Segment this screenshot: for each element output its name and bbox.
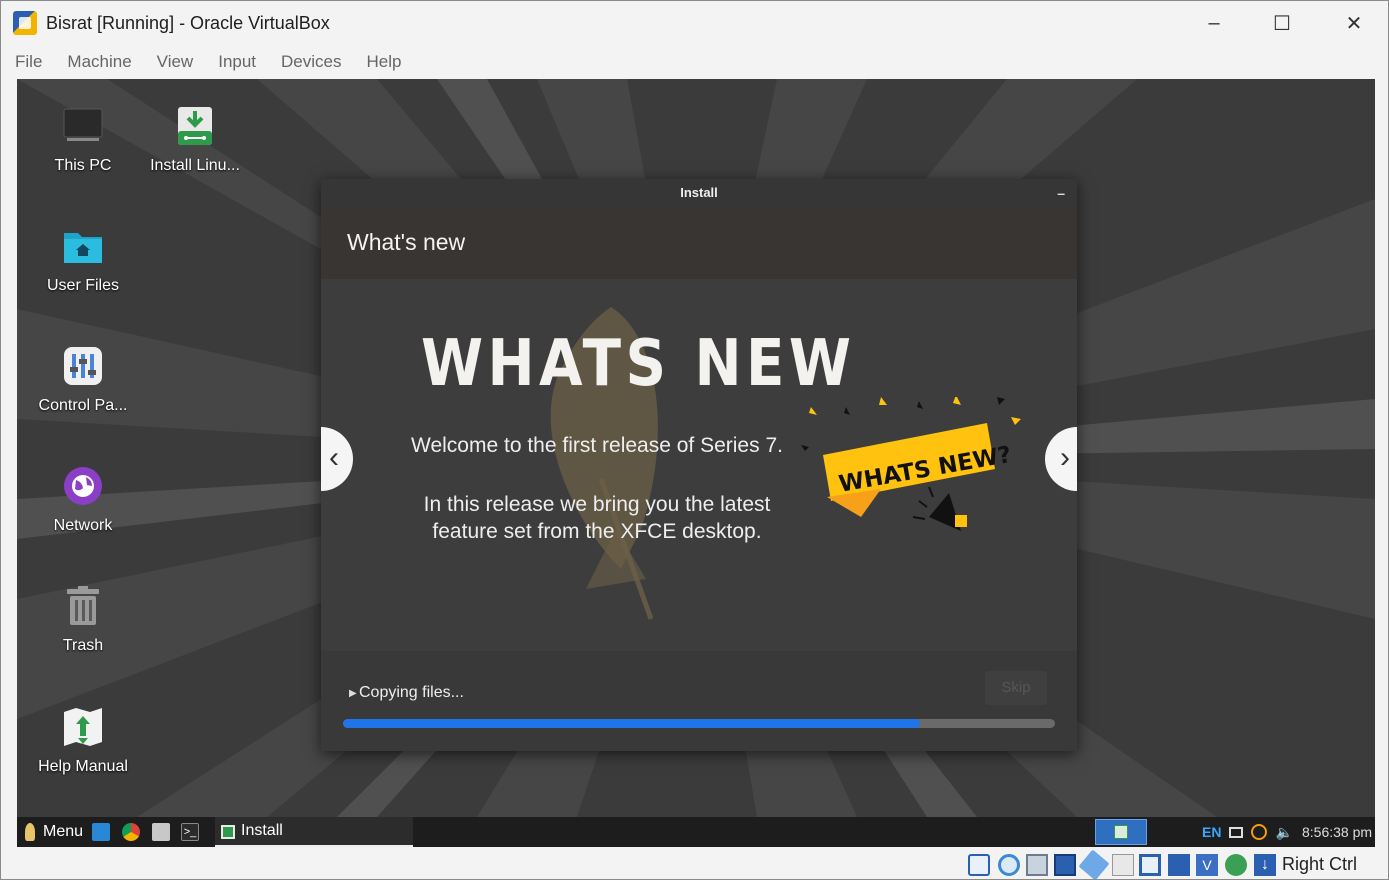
- guest-display[interactable]: This PC Install Linu... User Files Contr…: [17, 79, 1375, 847]
- installer-title: Install: [680, 185, 718, 200]
- installer-title-bar[interactable]: Install –: [321, 179, 1077, 209]
- menu-view[interactable]: View: [157, 52, 194, 72]
- menu-file[interactable]: File: [15, 52, 42, 72]
- window-title: Bisrat [Running] - Oracle VirtualBox: [46, 13, 330, 33]
- workspace-window-icon: [1114, 825, 1128, 839]
- virtualization-icon[interactable]: V: [1196, 854, 1218, 876]
- menu-machine[interactable]: Machine: [67, 52, 131, 72]
- title-bar[interactable]: Bisrat [Running] - Oracle VirtualBox – ☐…: [1, 1, 1388, 45]
- desktop-icon-control-panel[interactable]: Control Pa...: [17, 345, 149, 415]
- chrome-icon[interactable]: [122, 823, 140, 841]
- close-button[interactable]: ✕: [1319, 1, 1388, 45]
- guest-taskbar: Menu >_ Install EN 🔈 8:56:38 pm: [17, 817, 1375, 847]
- optical-drive-icon[interactable]: [998, 854, 1020, 876]
- slide-title: WHATS NEW: [421, 327, 856, 401]
- feather-menu-icon: [25, 823, 35, 841]
- maximize-button[interactable]: ☐: [1247, 1, 1317, 45]
- terminal-icon[interactable]: >_: [181, 823, 199, 841]
- desktop-icon-help-manual[interactable]: Help Manual: [17, 706, 149, 776]
- host-key-label[interactable]: Right Ctrl: [1282, 854, 1357, 875]
- whats-new-badge: WHATS NEW?: [801, 397, 1021, 531]
- install-icon: [174, 105, 216, 147]
- file-manager-icon[interactable]: [92, 823, 110, 841]
- task-install-icon: [221, 825, 235, 839]
- desktop-icon-user-files[interactable]: User Files: [17, 225, 149, 295]
- installer-footer: ▶ Copying files... Skip: [321, 651, 1077, 751]
- menu-input[interactable]: Input: [218, 52, 256, 72]
- menu-devices[interactable]: Devices: [281, 52, 341, 72]
- slide-text-welcome: Welcome to the first release of Series 7…: [411, 434, 783, 457]
- guest-additions-icon[interactable]: [1225, 854, 1247, 876]
- trash-icon: [62, 585, 104, 627]
- desktop-icon-install-linux[interactable]: Install Linu...: [129, 105, 261, 175]
- desktop-icon-label: Install Linu...: [150, 157, 240, 174]
- keyboard-capture-icon[interactable]: ↓: [1254, 854, 1276, 876]
- shared-folders-icon[interactable]: [1112, 854, 1134, 876]
- desktop-icon-label: Network: [53, 517, 113, 534]
- taskbar-task-install[interactable]: Install: [215, 817, 413, 847]
- installer-window: Install – What's new WHATS NEW Welcome t…: [321, 179, 1077, 751]
- desktop-icon-label: Help Manual: [38, 758, 128, 775]
- desktop-icon-label: User Files: [46, 277, 119, 294]
- display-settings-icon[interactable]: [1139, 854, 1161, 876]
- desktop-icon-label: Trash: [62, 637, 104, 654]
- expand-details-icon[interactable]: ▶: [349, 688, 357, 699]
- desktop-icon-network[interactable]: Network: [17, 465, 149, 535]
- installer-minimize-button[interactable]: –: [1057, 179, 1065, 207]
- network-globe-icon: [62, 465, 104, 507]
- network-adapter-icon[interactable]: [1054, 854, 1076, 876]
- volume-icon[interactable]: 🔈: [1275, 824, 1292, 841]
- text-editor-icon[interactable]: [152, 823, 170, 841]
- monitor-icon: [62, 105, 104, 147]
- slideshow-panel: WHATS NEW Welcome to the first release o…: [321, 279, 1077, 651]
- home-folder-icon: [62, 225, 104, 267]
- slide-text-features: In this release we bring you the latest …: [423, 493, 771, 543]
- desktop-icon-label: Control Pa...: [38, 397, 128, 414]
- minimize-button[interactable]: –: [1179, 1, 1249, 45]
- install-status-text: Copying files...: [359, 684, 464, 701]
- control-panel-icon: [62, 345, 104, 387]
- task-install-label: Install: [241, 822, 283, 839]
- update-icon[interactable]: [1251, 824, 1268, 840]
- installer-header: What's new: [321, 209, 1077, 279]
- clock[interactable]: 8:56:38 pm: [1302, 824, 1372, 840]
- start-menu-button[interactable]: Menu: [25, 817, 83, 847]
- usb-icon[interactable]: [1078, 849, 1110, 879]
- desktop-icon-trash[interactable]: Trash: [17, 585, 149, 655]
- help-manual-icon: [62, 706, 104, 748]
- menu-bar: File Machine View Input Devices Help: [1, 45, 1388, 79]
- virtualbox-logo-icon: [13, 11, 37, 35]
- vm-status-bar: V ↓ Right Ctrl: [1, 847, 1388, 879]
- start-menu-label: Menu: [43, 823, 84, 840]
- virtualbox-window: Bisrat [Running] - Oracle VirtualBox – ☐…: [0, 0, 1389, 880]
- system-tray: EN 🔈: [1202, 817, 1293, 847]
- video-capture-icon[interactable]: [1168, 854, 1190, 876]
- display-icon[interactable]: [1229, 826, 1244, 838]
- hard-disk-icon[interactable]: [968, 854, 990, 876]
- skip-button[interactable]: Skip: [985, 671, 1047, 705]
- menu-help[interactable]: Help: [367, 52, 402, 72]
- install-progress-bar: [343, 719, 1055, 728]
- workspace-switcher[interactable]: [1095, 819, 1147, 845]
- keyboard-layout-indicator[interactable]: EN: [1202, 824, 1221, 840]
- audio-icon[interactable]: [1026, 854, 1048, 876]
- install-progress-fill: [343, 719, 920, 728]
